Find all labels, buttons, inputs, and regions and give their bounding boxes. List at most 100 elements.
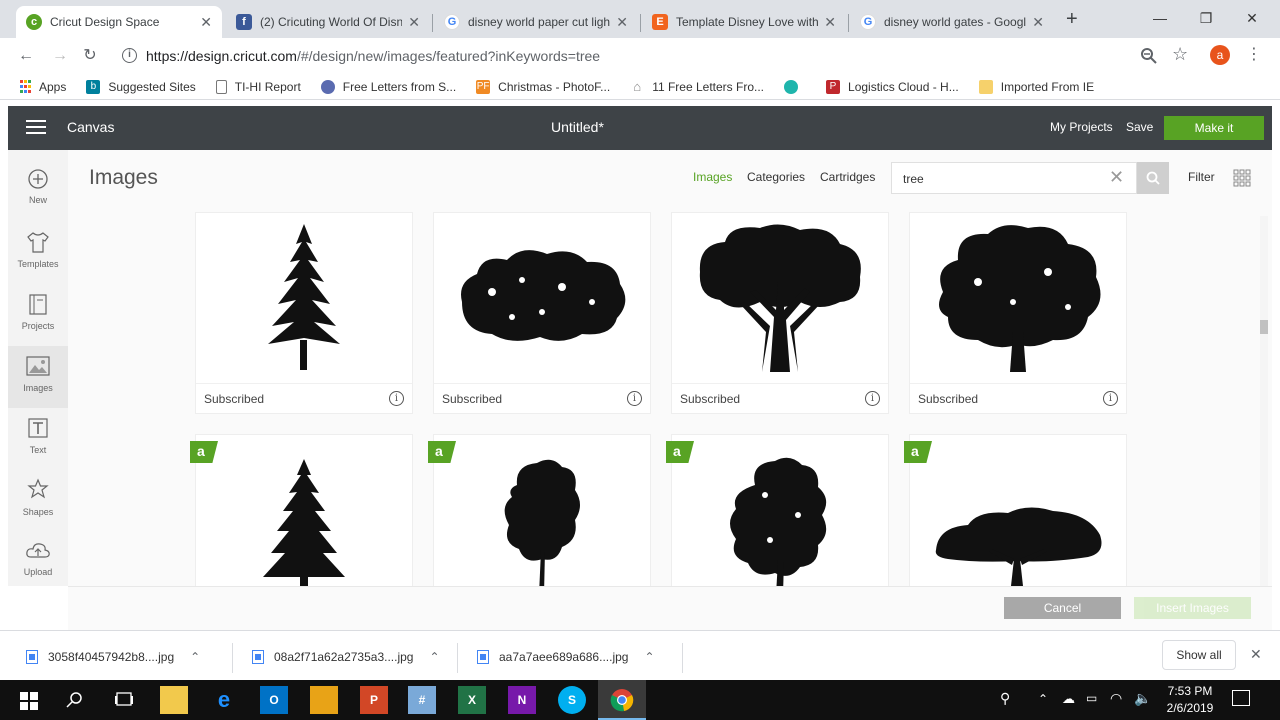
- download-item[interactable]: 08a2f71a62a2735a3....jpg ⌃: [252, 645, 440, 669]
- filter-button[interactable]: Filter: [1188, 170, 1215, 184]
- close-icon[interactable]: ✕: [616, 14, 628, 31]
- sidebar-item-images[interactable]: Images: [8, 346, 68, 408]
- filter-tab-categories[interactable]: Categories: [747, 170, 805, 184]
- chevron-up-icon[interactable]: ⌃: [644, 650, 654, 664]
- close-icon[interactable]: ✕: [1250, 646, 1262, 663]
- info-icon[interactable]: i: [122, 48, 137, 63]
- reload-icon[interactable]: ↻: [78, 44, 102, 68]
- volume-icon[interactable]: 🔈: [1134, 690, 1151, 707]
- close-icon[interactable]: ✕: [408, 14, 420, 31]
- powerpoint-icon[interactable]: P: [360, 686, 388, 714]
- download-item[interactable]: 3058f40457942b8....jpg ⌃: [26, 645, 200, 669]
- scrollbar-track[interactable]: [1260, 216, 1268, 586]
- image-card[interactable]: a: [666, 434, 889, 586]
- chevron-up-icon[interactable]: ⌃: [190, 650, 200, 664]
- outlook-icon[interactable]: O: [260, 686, 288, 714]
- bookmark-logistics-cloud[interactable]: P Logistics Cloud - H...: [826, 79, 959, 94]
- image-card[interactable]: a: [904, 434, 1127, 586]
- filter-tab-cartridges[interactable]: Cartridges: [820, 170, 875, 184]
- sidebar-item-upload[interactable]: Upload: [8, 532, 68, 594]
- bookmark-imported-from-ie[interactable]: Imported From IE: [978, 79, 1094, 94]
- sidebar-item-new[interactable]: New: [8, 160, 68, 222]
- grid-view-icon[interactable]: [1233, 169, 1251, 187]
- sidebar-item-templates[interactable]: Templates: [8, 222, 68, 284]
- paint-icon[interactable]: [310, 686, 338, 714]
- file-explorer-icon[interactable]: [160, 686, 188, 714]
- image-card[interactable]: Subscribed i: [433, 212, 651, 414]
- document-title[interactable]: Untitled*: [551, 119, 604, 135]
- onenote-icon[interactable]: N: [508, 686, 536, 714]
- cancel-button[interactable]: Cancel: [1004, 597, 1121, 619]
- tab-google-gates[interactable]: G disney world gates - Googl ✕: [850, 6, 1054, 38]
- card-footer: Subscribed i: [910, 383, 1126, 413]
- info-icon[interactable]: i: [627, 391, 642, 406]
- minimize-icon[interactable]: —: [1140, 6, 1180, 30]
- search-icon[interactable]: [66, 691, 84, 709]
- address-bar[interactable]: i https://design.cricut.com/#/design/new…: [114, 42, 1200, 70]
- battery-icon[interactable]: ▭: [1086, 691, 1097, 705]
- skype-icon[interactable]: S: [558, 686, 586, 714]
- info-icon[interactable]: i: [389, 391, 404, 406]
- image-card[interactable]: Subscribed i: [671, 212, 889, 414]
- excel-icon[interactable]: X: [458, 686, 486, 714]
- menu-kebab-icon[interactable]: ⋮: [1246, 44, 1262, 64]
- house-icon: ⌂: [633, 79, 642, 94]
- search-button[interactable]: [1137, 162, 1169, 194]
- image-card[interactable]: a: [428, 434, 651, 586]
- image-card[interactable]: a: [190, 434, 413, 586]
- back-icon[interactable]: ←: [14, 44, 38, 68]
- show-all-button[interactable]: Show all: [1162, 640, 1236, 670]
- profile-avatar[interactable]: a: [1210, 45, 1230, 65]
- bookmark-christmas[interactable]: PF Christmas - PhotoF...: [476, 79, 610, 94]
- close-icon[interactable]: ✕: [824, 14, 836, 31]
- bookmark-ti-hi-report[interactable]: TI-HI Report: [215, 79, 301, 94]
- bookmark-apps[interactable]: Apps: [20, 80, 66, 94]
- hamburger-menu-icon[interactable]: [26, 120, 46, 134]
- download-item[interactable]: aa7a7aee689a686....jpg ⌃: [477, 645, 655, 669]
- chevron-up-icon[interactable]: ⌃: [1038, 692, 1048, 706]
- forward-icon[interactable]: →: [48, 44, 72, 68]
- image-card[interactable]: Subscribed i: [909, 212, 1127, 414]
- restore-icon[interactable]: ❐: [1186, 6, 1226, 30]
- people-icon[interactable]: ⚲: [1000, 690, 1010, 707]
- close-icon[interactable]: ✕: [1032, 14, 1044, 31]
- subscription-status: Subscribed: [442, 392, 503, 406]
- edge-browser-icon[interactable]: e: [210, 686, 238, 714]
- bookmark-11-free-letters[interactable]: ⌂ 11 Free Letters Fro...: [630, 79, 764, 94]
- close-icon[interactable]: ✕: [200, 14, 212, 31]
- bookmark-suggested-sites[interactable]: b Suggested Sites: [86, 79, 196, 94]
- sidebar-item-text[interactable]: Text: [8, 408, 68, 470]
- tab-google-papercut[interactable]: G disney world paper cut ligh ✕: [434, 6, 638, 38]
- make-it-button[interactable]: Make it: [1164, 116, 1264, 140]
- task-view-icon[interactable]: [114, 691, 134, 709]
- image-card[interactable]: Subscribed i: [195, 212, 413, 414]
- info-icon[interactable]: i: [1103, 391, 1118, 406]
- tab-cricut[interactable]: c Cricut Design Space ✕: [16, 6, 222, 38]
- scrollbar-thumb[interactable]: [1260, 320, 1268, 334]
- clear-search-icon[interactable]: ✕: [1109, 167, 1124, 188]
- filter-tab-images[interactable]: Images: [693, 170, 732, 184]
- info-icon[interactable]: i: [865, 391, 880, 406]
- insert-images-button[interactable]: Insert Images: [1134, 597, 1251, 619]
- save-button[interactable]: Save: [1126, 120, 1153, 134]
- sidebar-item-projects[interactable]: Projects: [8, 284, 68, 346]
- bookmark-free-letters[interactable]: Free Letters from S...: [320, 79, 456, 94]
- network-icon[interactable]: ☁: [1062, 691, 1075, 707]
- window-close-icon[interactable]: ✕: [1232, 6, 1272, 30]
- zoom-icon[interactable]: [1140, 47, 1158, 65]
- wifi-icon[interactable]: ◠: [1110, 690, 1122, 707]
- chevron-up-icon[interactable]: ⌃: [429, 650, 439, 664]
- windows-start-icon[interactable]: [20, 692, 38, 710]
- calculator-icon[interactable]: #: [408, 686, 436, 714]
- chrome-taskbar-active[interactable]: [598, 680, 646, 720]
- sidebar-item-shapes[interactable]: Shapes: [8, 470, 68, 532]
- star-icon[interactable]: ☆: [1172, 44, 1188, 65]
- bookmark-cloud[interactable]: [784, 79, 806, 94]
- clock[interactable]: 7:53 PM 2/6/2019: [1158, 683, 1222, 717]
- my-projects-link[interactable]: My Projects: [1050, 120, 1113, 134]
- notifications-icon[interactable]: [1232, 690, 1250, 706]
- tab-facebook[interactable]: f (2) Cricuting World Of Disne ✕: [226, 6, 430, 38]
- search-input[interactable]: tree: [903, 172, 924, 186]
- new-tab-button[interactable]: +: [1066, 8, 1078, 31]
- tab-etsy[interactable]: E Template Disney Love with ✕: [642, 6, 846, 38]
